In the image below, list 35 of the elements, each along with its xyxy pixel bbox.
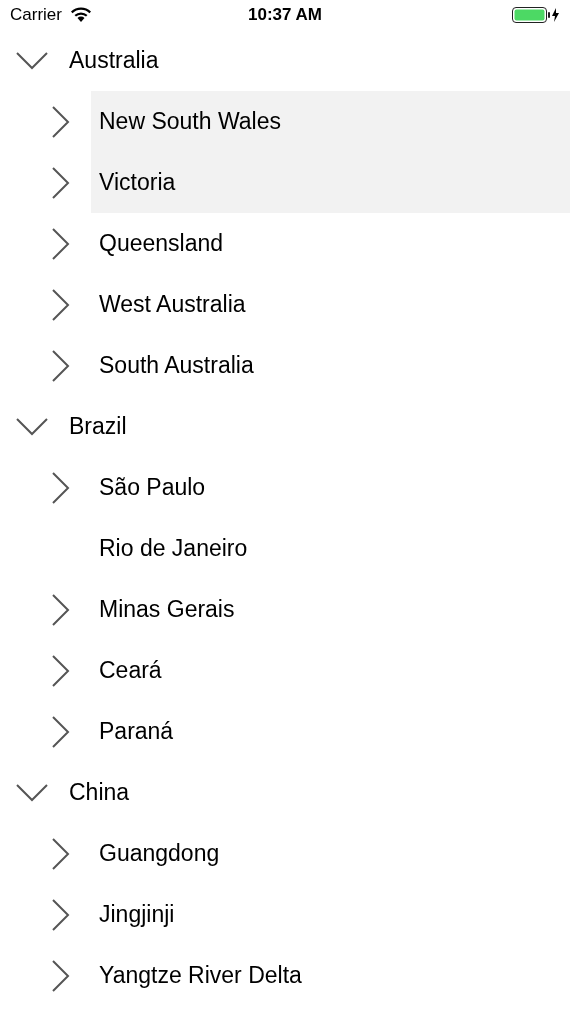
tree-item[interactable]: Australia [61, 30, 570, 91]
chevron-right-icon[interactable] [52, 959, 70, 992]
chevron-right-icon[interactable] [52, 288, 70, 321]
carrier-label: Carrier [10, 5, 62, 25]
tree-item[interactable]: Yangtze River Delta [91, 945, 570, 1006]
chevron-right-icon[interactable] [52, 349, 70, 382]
chevron-down-icon[interactable] [16, 417, 48, 436]
chevron-right-icon[interactable] [52, 593, 70, 626]
tree-item[interactable]: Jingjinji [91, 884, 570, 945]
tree-item[interactable]: Brazil [61, 396, 570, 457]
tree-item[interactable]: Minas Gerais [91, 579, 570, 640]
tree-item[interactable]: São Paulo [91, 457, 570, 518]
tree-item[interactable]: Rio de Janeiro [91, 518, 570, 579]
tree-item[interactable]: Guangdong [91, 823, 570, 884]
chevron-right-icon[interactable] [52, 105, 70, 138]
battery-icon [512, 7, 560, 23]
chevron-right-icon[interactable] [52, 715, 70, 748]
chevron-right-icon[interactable] [52, 654, 70, 687]
clock-time: 10:37 AM [248, 5, 322, 25]
tree-item[interactable]: Queensland [91, 213, 570, 274]
chevron-right-icon[interactable] [52, 227, 70, 260]
tree-item[interactable]: Victoria [91, 152, 570, 213]
tree-item[interactable]: South Australia [91, 335, 570, 396]
chevron-right-icon[interactable] [52, 837, 70, 870]
chevron-right-icon[interactable] [52, 166, 70, 199]
tree-item[interactable]: China [61, 762, 570, 823]
chevron-down-icon[interactable] [16, 783, 48, 802]
tree-item[interactable]: Paraná [91, 701, 570, 762]
tree-item[interactable]: West Australia [91, 274, 570, 335]
chevron-right-icon[interactable] [52, 471, 70, 504]
wifi-icon [69, 7, 92, 23]
chevron-down-icon[interactable] [16, 51, 48, 70]
chevron-right-icon[interactable] [52, 898, 70, 931]
tree-item[interactable]: New South Wales [91, 91, 570, 152]
tree-item[interactable]: Ceará [91, 640, 570, 701]
